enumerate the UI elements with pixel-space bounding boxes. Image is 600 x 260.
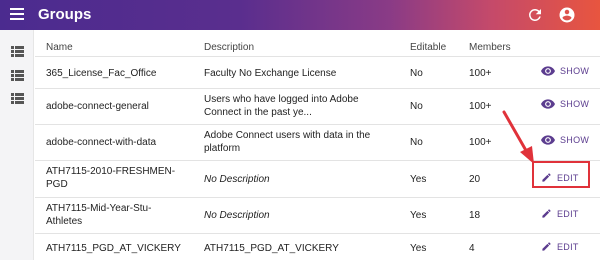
app-bar: Groups xyxy=(0,0,600,30)
group-members: 4 xyxy=(469,243,475,254)
group-description: ATH7115_PGD_AT_VICKERY xyxy=(204,243,339,254)
show-button[interactable]: SHOW xyxy=(541,66,589,76)
group-members: 100+ xyxy=(469,68,492,79)
list-icon[interactable] xyxy=(11,93,24,104)
table-row: ATH7115-Mid-Year-Stu-Athletes No Descrip… xyxy=(35,198,600,234)
group-members: 100+ xyxy=(469,101,492,112)
list-icon[interactable] xyxy=(11,46,24,57)
pencil-icon xyxy=(541,208,552,219)
side-rail xyxy=(0,30,34,260)
eye-icon xyxy=(541,66,555,76)
eye-icon xyxy=(541,135,555,145)
group-name: 365_License_Fac_Office xyxy=(46,68,157,79)
menu-icon[interactable] xyxy=(10,8,24,20)
edit-button[interactable]: EDIT xyxy=(541,208,579,219)
list-icon[interactable] xyxy=(11,70,24,81)
account-icon[interactable] xyxy=(558,6,576,24)
edit-label: EDIT xyxy=(557,208,579,219)
show-label: SHOW xyxy=(560,66,590,76)
group-name: adobe-connect-with-data xyxy=(46,137,157,148)
group-editable: No xyxy=(410,101,423,112)
group-name: ATH7115-2010-FRESHMEN-PGD xyxy=(46,166,176,190)
header-editable: Editable xyxy=(410,42,447,53)
show-button[interactable]: SHOW xyxy=(541,99,589,109)
group-members: 100+ xyxy=(469,137,492,148)
group-editable: Yes xyxy=(410,210,427,221)
group-description: No Description xyxy=(204,174,270,185)
group-description: Faculty No Exchange License xyxy=(204,68,337,79)
table-row: 365_License_Fac_Office Faculty No Exchan… xyxy=(35,57,600,89)
page-title: Groups xyxy=(38,6,92,23)
header-name: Name xyxy=(46,42,73,53)
group-description: Users who have logged into Adobe Connect… xyxy=(204,94,359,118)
group-editable: No xyxy=(410,137,423,148)
group-description: Adobe Connect users with data in the pla… xyxy=(204,130,371,154)
pencil-icon xyxy=(541,241,552,252)
annotation-arrow-icon xyxy=(502,110,534,164)
group-members: 18 xyxy=(469,210,481,221)
header-description: Description xyxy=(204,42,255,53)
group-description: No Description xyxy=(204,210,270,221)
eye-icon xyxy=(541,99,555,109)
edit-highlight-box xyxy=(532,161,590,188)
show-label: SHOW xyxy=(560,99,590,109)
table-row: ATH7115_PGD_AT_VICKERY ATH7115_PGD_AT_VI… xyxy=(35,234,600,260)
group-name: adobe-connect-general xyxy=(46,101,149,112)
edit-button[interactable]: EDIT xyxy=(541,241,579,252)
refresh-icon[interactable] xyxy=(526,6,544,24)
group-editable: Yes xyxy=(410,243,427,254)
show-button[interactable]: SHOW xyxy=(541,135,589,145)
show-label: SHOW xyxy=(560,135,590,145)
table-header: Name Description Editable Members xyxy=(35,30,600,57)
edit-label: EDIT xyxy=(557,241,579,252)
group-editable: No xyxy=(410,68,423,79)
group-editable: Yes xyxy=(410,174,427,185)
header-members: Members xyxy=(469,42,511,53)
group-name: ATH7115_PGD_AT_VICKERY xyxy=(46,243,181,254)
group-name: ATH7115-Mid-Year-Stu-Athletes xyxy=(46,203,152,227)
group-members: 20 xyxy=(469,174,481,185)
